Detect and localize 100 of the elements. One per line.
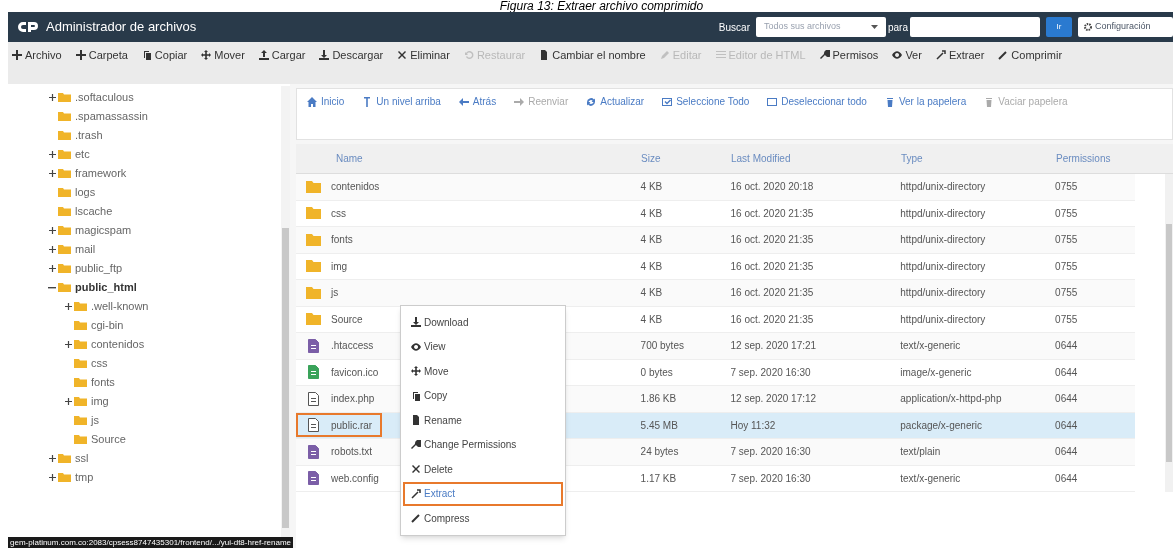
toolbar-button[interactable]: Comprimir: [998, 47, 1063, 64]
table-row[interactable]: js 4 KB 16 oct. 2020 21:35 httpd/unix-directory 0755: [296, 280, 1135, 307]
expand-toggle[interactable]: [48, 474, 56, 481]
toolbar-button[interactable]: Archivo: [12, 47, 62, 64]
expand-toggle[interactable]: [48, 455, 56, 462]
menu-item[interactable]: Compress: [403, 506, 563, 531]
table-cell-text: 4 KB: [640, 233, 664, 248]
expand-toggle[interactable]: [48, 94, 56, 101]
file-name[interactable]: public.rar: [331, 417, 373, 433]
folder-icon: [58, 226, 71, 235]
tree-item[interactable]: logs: [75, 184, 96, 201]
expand-toggle[interactable]: [48, 246, 56, 253]
table-cell-text: 4 KB: [640, 312, 664, 327]
action-link[interactable]: Un nivel arriba: [362, 94, 441, 109]
table-cell-text: 0644: [1055, 365, 1079, 380]
tree-item[interactable]: img: [91, 393, 109, 410]
menu-item[interactable]: Copy: [403, 383, 563, 408]
file-name[interactable]: favicon.ico: [331, 364, 379, 380]
toolbar-button[interactable]: Ver: [892, 47, 922, 64]
left-arrow-icon: [458, 96, 469, 107]
menu-item[interactable]: Extract: [403, 481, 563, 506]
tree-item[interactable]: .trash: [75, 127, 103, 144]
table-cell-text: 0644: [1055, 445, 1079, 460]
action-link[interactable]: Inicio: [307, 94, 345, 109]
file-name[interactable]: contenidos: [331, 179, 380, 195]
toolbar-button[interactable]: Mover: [201, 47, 245, 64]
tree-item[interactable]: lscache: [75, 203, 113, 220]
action-link[interactable]: Seleccione Todo: [662, 94, 750, 109]
toolbar-button[interactable]: Cambiar el nombre: [539, 47, 646, 64]
scrollbar[interactable]: [1165, 174, 1173, 492]
tree-item[interactable]: .softaculous: [75, 89, 134, 106]
tree-item[interactable]: mail: [75, 241, 96, 258]
tree-item[interactable]: js: [91, 412, 99, 429]
expand-toggle[interactable]: [48, 151, 56, 158]
file-name[interactable]: img: [331, 258, 348, 274]
file-name[interactable]: robots.txt: [331, 444, 373, 460]
folder-icon: [74, 321, 87, 330]
settings-button[interactable]: Configuración: [1078, 17, 1173, 37]
tree-item[interactable]: framework: [75, 165, 127, 182]
toolbar-button[interactable]: Permisos: [819, 47, 879, 64]
tree-item[interactable]: css: [91, 355, 108, 372]
file-name[interactable]: index.php: [331, 391, 375, 407]
table-row[interactable]: fonts 4 KB 16 oct. 2020 21:35 httpd/unix-directory 0755: [296, 227, 1135, 254]
file-icon: [308, 391, 319, 406]
action-link[interactable]: Deseleccionar todo: [767, 94, 867, 109]
action-link[interactable]: Atrás: [458, 94, 497, 109]
folder-icon: [58, 283, 71, 292]
toolbar-button[interactable]: Carpeta: [75, 47, 128, 64]
menu-item[interactable]: View: [403, 334, 563, 359]
toolbar-button[interactable]: Copiar: [141, 47, 188, 64]
file-name[interactable]: .htaccess: [331, 338, 374, 354]
file-name[interactable]: fonts: [331, 232, 353, 248]
tree-item[interactable]: ssl: [75, 450, 89, 467]
toolbar-button[interactable]: Eliminar: [397, 47, 450, 64]
tree-item[interactable]: tmp: [75, 469, 94, 486]
action-link[interactable]: Actualizar: [586, 94, 645, 109]
refresh-icon: [586, 96, 597, 107]
tree-item[interactable]: fonts: [91, 374, 115, 391]
menu-item[interactable]: Move: [403, 359, 563, 384]
table-cell-text: 0 bytes: [640, 365, 674, 380]
toolbar-button[interactable]: Cargar: [258, 47, 306, 64]
table-cell-text: 0755: [1055, 180, 1079, 195]
file-name[interactable]: js: [331, 285, 339, 301]
tree-item[interactable]: etc: [75, 146, 90, 163]
file-name[interactable]: Source: [331, 311, 363, 327]
collapse-toggle[interactable]: [48, 286, 56, 289]
file-name[interactable]: web.config: [331, 470, 379, 486]
go-button[interactable]: Ir: [1046, 17, 1072, 37]
expand-toggle[interactable]: [48, 170, 56, 177]
menu-item[interactable]: Download: [403, 310, 563, 335]
tree-item[interactable]: Source: [91, 431, 126, 448]
tree-item[interactable]: public_ftp: [75, 260, 123, 277]
tree-item[interactable]: public_html: [75, 279, 137, 296]
tree-item[interactable]: .well-known: [91, 298, 149, 315]
tree-item[interactable]: .spamassassin: [75, 108, 148, 125]
close-icon: [411, 464, 421, 475]
folder-icon: [74, 302, 87, 311]
tree-item[interactable]: magicspam: [75, 222, 132, 239]
toolbar-button[interactable]: Extraer: [935, 47, 985, 64]
expand-toggle[interactable]: [48, 227, 56, 234]
folder-icon: [58, 169, 71, 178]
folder-icon: [74, 340, 87, 349]
expand-toggle[interactable]: [64, 303, 72, 310]
action-link[interactable]: Ver la papelera: [884, 94, 967, 109]
expand-toggle[interactable]: [64, 398, 72, 405]
for-label: para: [888, 20, 908, 35]
toolbar-button[interactable]: Descargar: [319, 47, 384, 64]
expand-toggle[interactable]: [64, 341, 72, 348]
table-row[interactable]: contenidos 4 KB 16 oct. 2020 20:18 httpd/unix-directory 0755: [296, 174, 1135, 201]
copy-icon: [411, 390, 421, 401]
copy-icon: [141, 50, 152, 61]
folder-icon: [58, 245, 71, 254]
upload-icon: [258, 50, 269, 61]
tree-item[interactable]: contenidos: [91, 336, 145, 353]
search-field[interactable]: [910, 17, 1040, 37]
tree-item[interactable]: cgi-bin: [91, 317, 124, 334]
folder-icon: [306, 180, 321, 193]
expand-toggle[interactable]: [48, 265, 56, 272]
caret-icon: [871, 25, 878, 29]
file-name[interactable]: css: [331, 205, 346, 221]
